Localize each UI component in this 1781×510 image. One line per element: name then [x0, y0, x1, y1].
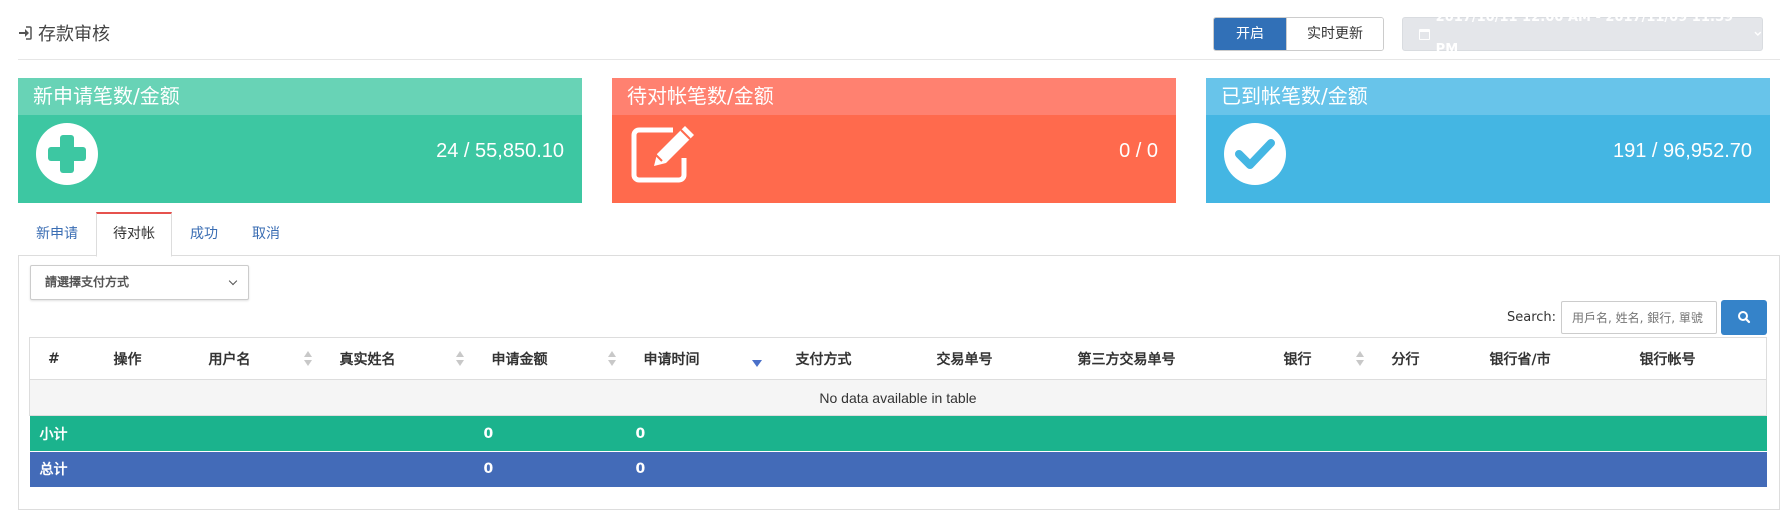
- date-range-picker[interactable]: 2017/10/11 12:00 AM - 2017/11/09 11:59 P…: [1402, 10, 1763, 57]
- sort-icon: [303, 351, 312, 367]
- search-button[interactable]: [1721, 300, 1767, 335]
- total-label: 总计: [29, 451, 474, 487]
- sort-icon: [455, 351, 464, 367]
- search-icon: [1738, 311, 1751, 324]
- card-title: 已到帐笔数/金额: [1206, 78, 1770, 115]
- chevron-down-icon: [228, 276, 238, 286]
- card-title: 新申请笔数/金额: [18, 78, 582, 115]
- tab-cancel[interactable]: 取消: [236, 212, 296, 255]
- tab-success[interactable]: 成功: [174, 212, 234, 255]
- sort-icon: [1355, 351, 1364, 367]
- search-input[interactable]: [1561, 301, 1717, 334]
- total-amount: 0: [473, 451, 626, 487]
- toggle-on-button[interactable]: 开启: [1214, 18, 1286, 50]
- subtotal-row: 小计 0 0: [29, 415, 1767, 452]
- payment-method-select-value: 請選擇支付方式: [45, 275, 130, 289]
- subtotal-time: 0: [625, 415, 778, 452]
- column-header: 银行省/市: [1471, 337, 1622, 380]
- table-header-row: # 操作 用户名 真实姓名 申请金额 申请时间 支付方式 交易单号 第三方交易单…: [29, 337, 1767, 380]
- column-header[interactable]: 申请金额: [473, 337, 626, 380]
- card-pending-reconciliation: 待对帐笔数/金额 0 / 0: [612, 78, 1176, 203]
- search-label: Search:: [1507, 310, 1557, 325]
- plus-circle-icon: [36, 123, 98, 185]
- calendar-icon: [1419, 28, 1430, 40]
- card-value: 0 / 0: [1119, 140, 1158, 162]
- column-header: 支付方式: [777, 337, 919, 380]
- page-title: 存款审核: [18, 20, 110, 46]
- card-value: 191 / 96,952.70: [1612, 140, 1752, 162]
- caret-down-icon: [1754, 31, 1762, 36]
- tab-pending[interactable]: 待对帐: [96, 212, 172, 257]
- column-header[interactable]: 真实姓名: [321, 337, 474, 380]
- sort-desc-icon: [751, 360, 762, 367]
- deposit-table: # 操作 用户名 真实姓名 申请金额 申请时间 支付方式 交易单号 第三方交易单…: [29, 337, 1767, 487]
- login-icon: [19, 26, 32, 40]
- payment-method-select[interactable]: 請選擇支付方式: [30, 265, 249, 300]
- total-row: 总计 0 0: [29, 451, 1767, 487]
- total-time: 0: [625, 451, 778, 487]
- column-header: 银行帐号: [1621, 337, 1767, 380]
- tab-new[interactable]: 新申请: [20, 212, 94, 255]
- check-circle-icon: [1224, 123, 1286, 185]
- sort-icon: [607, 351, 616, 367]
- column-header: 分行: [1373, 337, 1472, 380]
- column-header[interactable]: 申请时间: [625, 337, 778, 380]
- column-header[interactable]: 用户名: [190, 337, 322, 380]
- column-header: 第三方交易单号: [1059, 337, 1266, 380]
- column-header: 操作: [95, 337, 191, 380]
- card-value: 24 / 55,850.10: [436, 140, 564, 162]
- card-title: 待对帐笔数/金额: [612, 78, 1176, 115]
- status-tabs: 新申请 待对帐 成功 取消: [18, 212, 1780, 257]
- empty-row: No data available in table: [29, 379, 1767, 416]
- column-header: #: [29, 337, 96, 380]
- page-title-text: 存款审核: [38, 24, 110, 45]
- column-header[interactable]: 银行: [1265, 337, 1374, 380]
- card-received: 已到帐笔数/金额 191 / 96,952.70: [1206, 78, 1770, 203]
- tab-panel: 請選擇支付方式 Search: # 操作 用户名 真实姓名 申请金额 申请时间 …: [18, 255, 1780, 510]
- edit-icon: [631, 126, 694, 183]
- realtime-update-button[interactable]: 实时更新: [1286, 18, 1383, 50]
- card-new-applications: 新申请笔数/金额 24 / 55,850.10: [18, 78, 582, 203]
- subtotal-amount: 0: [473, 415, 626, 452]
- realtime-toggle-group: 开启 实时更新: [1213, 17, 1384, 51]
- empty-message: No data available in table: [29, 379, 1767, 416]
- subtotal-label: 小计: [29, 415, 474, 452]
- column-header: 交易单号: [918, 337, 1060, 380]
- date-range-text: 2017/10/11 12:00 AM - 2017/11/09 11:59 P…: [1435, 10, 1734, 57]
